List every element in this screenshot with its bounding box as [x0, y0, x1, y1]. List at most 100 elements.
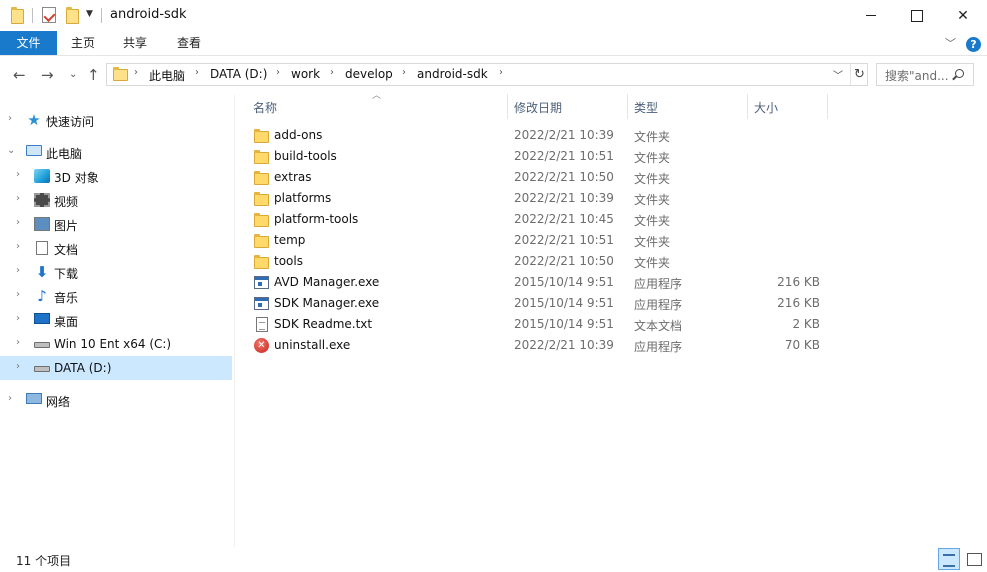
- file-type: 应用程序: [634, 298, 683, 312]
- breadcrumb-chevron-icon[interactable]: ›: [402, 67, 406, 78]
- forward-arrow-icon[interactable]: →: [41, 66, 54, 84]
- back-arrow-icon[interactable]: ←: [13, 66, 26, 84]
- close-button[interactable]: ✕: [940, 0, 986, 31]
- file-row-tools[interactable]: tools 2022/2/21 10:50 文件夹: [236, 252, 836, 273]
- file-row-add-ons[interactable]: add-ons 2022/2/21 10:39 文件夹: [236, 126, 836, 147]
- breadcrumb-android-sdk[interactable]: android-sdk: [417, 67, 488, 81]
- file-date: 2015/10/14 9:51: [514, 296, 614, 310]
- file-name: add-ons: [274, 128, 323, 142]
- sidebar-item-quick-access[interactable]: › ★ 快速访问: [0, 108, 232, 132]
- breadcrumb-develop[interactable]: develop: [345, 67, 393, 81]
- quick-access-dropdown-icon[interactable]: ▼: [86, 9, 93, 19]
- search-box[interactable]: 搜索"and...: [876, 63, 974, 86]
- expand-chevron-icon[interactable]: ›: [16, 337, 20, 348]
- pictures-icon: [34, 217, 50, 231]
- sidebar-item-drive-c[interactable]: › Win 10 Ent x64 (C:): [0, 332, 232, 356]
- up-arrow-icon[interactable]: ↑: [87, 66, 100, 84]
- file-name: SDK Readme.txt: [274, 317, 373, 331]
- expand-chevron-icon[interactable]: ›: [16, 289, 20, 300]
- column-header-type[interactable]: 类型: [634, 99, 658, 116]
- expand-chevron-icon[interactable]: ›: [16, 193, 20, 204]
- sidebar-item-3d-objects[interactable]: › 3D 对象: [0, 164, 232, 188]
- large-icons-view-icon[interactable]: [963, 548, 985, 570]
- file-type: 应用程序: [634, 340, 683, 354]
- column-divider[interactable]: [507, 94, 508, 119]
- collapse-chevron-icon[interactable]: ⌄: [7, 145, 15, 156]
- pane-divider[interactable]: [234, 95, 235, 547]
- help-icon[interactable]: ?: [966, 37, 981, 52]
- column-divider[interactable]: [747, 94, 748, 119]
- address-bar[interactable]: › 此电脑 › DATA (D:) › work › develop › and…: [106, 63, 868, 86]
- breadcrumb-chevron-icon[interactable]: ›: [134, 67, 138, 78]
- new-folder-icon[interactable]: [66, 7, 79, 24]
- expand-chevron-icon[interactable]: ›: [8, 113, 12, 124]
- column-divider[interactable]: [627, 94, 628, 119]
- breadcrumb-work[interactable]: work: [291, 67, 320, 81]
- folder-icon: [254, 255, 269, 269]
- sidebar-item-label: 快速访问: [46, 115, 95, 129]
- tab-view[interactable]: 查看: [166, 31, 212, 55]
- breadcrumb-this-pc[interactable]: 此电脑: [149, 67, 185, 84]
- recent-locations-chevron-icon[interactable]: ⌄: [69, 66, 77, 84]
- file-date: 2022/2/21 10:51: [514, 233, 614, 247]
- tab-file[interactable]: 文件: [0, 31, 57, 55]
- file-row-platforms[interactable]: platforms 2022/2/21 10:39 文件夹: [236, 189, 836, 210]
- file-date: 2022/2/21 10:50: [514, 254, 614, 268]
- sidebar-item-documents[interactable]: › 文档: [0, 236, 232, 260]
- search-icon[interactable]: [955, 69, 964, 78]
- file-row-temp[interactable]: temp 2022/2/21 10:51 文件夹: [236, 231, 836, 252]
- column-header-size[interactable]: 大小: [754, 99, 778, 116]
- breadcrumb-chevron-icon[interactable]: ›: [276, 67, 280, 78]
- expand-chevron-icon[interactable]: ›: [16, 217, 20, 228]
- column-header-date[interactable]: 修改日期: [514, 99, 562, 116]
- column-headers: 名称 修改日期 类型 大小: [236, 94, 836, 119]
- sidebar-item-drive-d[interactable]: › DATA (D:): [0, 356, 232, 380]
- breadcrumb-chevron-icon[interactable]: ›: [330, 67, 334, 78]
- file-row-avd-manager[interactable]: AVD Manager.exe 2015/10/14 9:51 应用程序 216…: [236, 273, 836, 294]
- sidebar-item-pictures[interactable]: › 图片: [0, 212, 232, 236]
- sidebar-item-this-pc[interactable]: ⌄ 此电脑: [0, 140, 232, 164]
- refresh-icon[interactable]: ↻: [850, 64, 868, 85]
- breadcrumb-chevron-icon[interactable]: ›: [195, 67, 199, 78]
- text-file-icon: [256, 317, 268, 332]
- expand-chevron-icon[interactable]: ›: [16, 169, 20, 180]
- maximize-button[interactable]: [894, 0, 940, 31]
- file-row-extras[interactable]: extras 2022/2/21 10:50 文件夹: [236, 168, 836, 189]
- file-name: SDK Manager.exe: [274, 296, 380, 310]
- search-input[interactable]: 搜索"and...: [885, 67, 949, 84]
- sidebar-item-music[interactable]: › ♪ 音乐: [0, 284, 232, 308]
- sidebar-item-downloads[interactable]: › ⬇ 下载: [0, 260, 232, 284]
- expand-chevron-icon[interactable]: ›: [16, 313, 20, 324]
- breadcrumb-chevron-icon[interactable]: ›: [499, 67, 503, 78]
- column-divider[interactable]: [827, 94, 828, 119]
- expand-chevron-icon[interactable]: ›: [16, 265, 20, 276]
- toolbar-divider: [32, 8, 33, 23]
- file-row-uninstall[interactable]: ✕ uninstall.exe 2022/2/21 10:39 应用程序 70 …: [236, 336, 836, 357]
- column-header-name[interactable]: 名称: [253, 99, 277, 116]
- folder-icon: [254, 171, 269, 185]
- file-name: extras: [274, 170, 312, 184]
- breadcrumb-data-drive[interactable]: DATA (D:): [210, 67, 267, 81]
- tab-share[interactable]: 共享: [112, 31, 158, 55]
- properties-icon[interactable]: [42, 7, 56, 23]
- file-row-platform-tools[interactable]: platform-tools 2022/2/21 10:45 文件夹: [236, 210, 836, 231]
- sidebar-item-videos[interactable]: › 视频: [0, 188, 232, 212]
- file-row-sdk-readme[interactable]: SDK Readme.txt 2015/10/14 9:51 文本文档 2 KB: [236, 315, 836, 336]
- tab-home[interactable]: 主页: [60, 31, 106, 55]
- file-name: tools: [274, 254, 303, 268]
- folder-icon: [254, 213, 269, 227]
- file-row-sdk-manager[interactable]: SDK Manager.exe 2015/10/14 9:51 应用程序 216…: [236, 294, 836, 315]
- sidebar-item-desktop[interactable]: › 桌面: [0, 308, 232, 332]
- ribbon-expand-icon[interactable]: ﹀: [945, 35, 956, 51]
- sidebar-item-network[interactable]: › 网络: [0, 388, 232, 412]
- expand-chevron-icon[interactable]: ›: [16, 241, 20, 252]
- expand-chevron-icon[interactable]: ›: [8, 393, 12, 404]
- file-name: platforms: [274, 191, 332, 205]
- navigation-pane[interactable]: › ★ 快速访问 ⌄ 此电脑 › 3D 对象 › 视频 › 图片 › 文档 › …: [0, 95, 234, 547]
- address-history-dropdown-icon[interactable]: ﹀: [833, 67, 843, 82]
- minimize-button[interactable]: [848, 0, 894, 31]
- details-view-icon[interactable]: [938, 548, 960, 570]
- sidebar-item-label: 图片: [54, 219, 79, 233]
- file-row-build-tools[interactable]: build-tools 2022/2/21 10:51 文件夹: [236, 147, 836, 168]
- expand-chevron-icon[interactable]: ›: [16, 361, 20, 372]
